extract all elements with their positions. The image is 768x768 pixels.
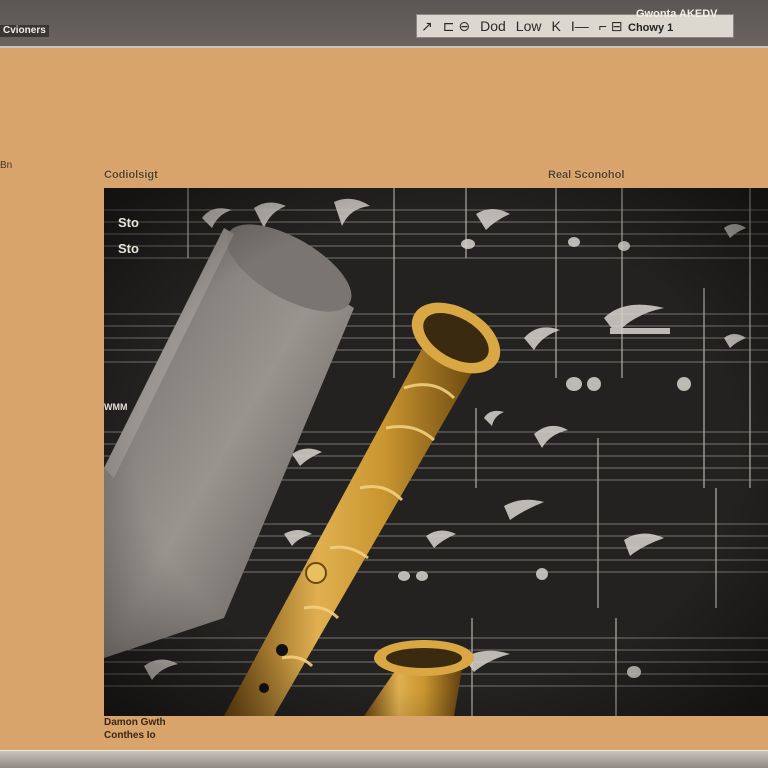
toolbar-item-line[interactable]: I— xyxy=(571,18,589,34)
app-window: Cvioners ↗ ⊏ ⊖ Dod Low K I— ⌐ ⊟ Gwonta A… xyxy=(0,0,768,768)
toolbar-item-dod[interactable]: Dod xyxy=(480,18,506,34)
toolbar-item-arrow[interactable]: ↗ xyxy=(421,18,433,35)
toolbar-item-view[interactable]: ⊏ ⊖ xyxy=(443,18,470,35)
caption-line-1: Damon Gwth xyxy=(104,717,166,728)
title-right-label: Gwonta AKEDV xyxy=(636,8,718,20)
viewer-corner-labels: Sto Sto xyxy=(118,210,139,262)
left-margin-label: Bn xyxy=(0,160,13,171)
toolbar-item-low[interactable]: Low xyxy=(516,18,542,34)
corner-label-2: Sto xyxy=(118,241,139,256)
status-bar xyxy=(0,750,768,768)
toolbar-item-k[interactable]: K xyxy=(551,18,560,34)
corner-label-1: Sto xyxy=(118,215,139,230)
toolbar-item-box[interactable]: ⌐ ⊟ xyxy=(599,18,623,35)
app-title[interactable]: Cvioners xyxy=(0,25,49,37)
caption-line-2: Conthes Io xyxy=(104,730,156,741)
image-viewer[interactable] xyxy=(104,188,768,716)
clarinet-sheet-music-image xyxy=(104,188,768,716)
panel-right-label: Real Sconohol xyxy=(548,169,625,181)
panel-left-label: Codiolsigt xyxy=(104,169,158,181)
viewer-side-note: WMM xyxy=(104,402,128,412)
title-right-sublabel[interactable]: Chowy 1 xyxy=(628,22,673,34)
title-bar: Cvioners ↗ ⊏ ⊖ Dod Low K I— ⌐ ⊟ Gwonta A… xyxy=(0,0,768,48)
caption-area: Damon Gwth Conthes Io xyxy=(104,716,166,742)
